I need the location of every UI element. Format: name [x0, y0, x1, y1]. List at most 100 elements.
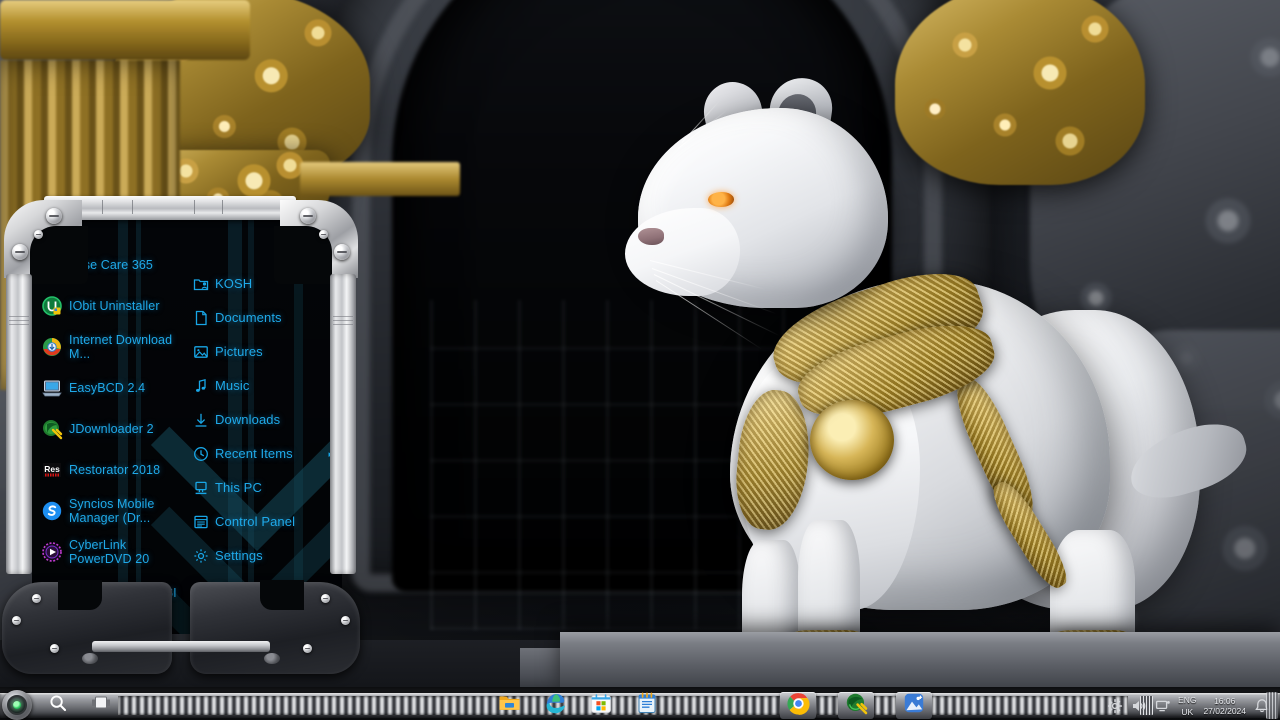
start-item-label: This PC: [215, 479, 262, 495]
clock-time: 16:06: [1214, 695, 1236, 706]
start-menu-frame-rail-right: [330, 274, 356, 574]
search-icon: [49, 694, 67, 717]
gold-pedestal-cap-right: [0, 0, 250, 60]
start-item-music[interactable]: Music: [186, 374, 342, 398]
notepad-icon: [637, 692, 657, 719]
desktop[interactable]: Wise Care 365 IObit Uninstaller Internet…: [0, 0, 1280, 720]
start-item-downloads[interactable]: Downloads: [186, 408, 342, 432]
document-icon: [193, 310, 209, 326]
start-item-label: EasyBCD 2.4: [69, 380, 146, 395]
photos-icon: [903, 692, 925, 719]
jdownloader-icon: [845, 692, 868, 720]
clock-date: 27/02/2024: [1203, 705, 1246, 716]
taskbar-jdownloader-button[interactable]: [838, 692, 874, 719]
folder-icon: [498, 693, 521, 718]
start-item-cyberlink-powerdvd-20[interactable]: CyberLink PowerDVD 20: [38, 533, 182, 571]
powerdvd-icon: [41, 541, 63, 563]
language-line-2: UK: [1181, 706, 1194, 717]
clock-icon: [193, 446, 209, 462]
gear-icon: [193, 548, 209, 564]
start-item-control-panel[interactable]: Control Panel: [186, 510, 342, 534]
start-item-label: Pictures: [215, 343, 263, 359]
start-menu-frame-bracket-left: [2, 580, 172, 674]
start-item-label: Music: [215, 377, 250, 393]
computer-icon: [193, 480, 209, 496]
frame-bolt: [46, 208, 62, 224]
start-item-easybcd[interactable]: EasyBCD 2.4: [38, 369, 182, 407]
start-item-label: Restorator 2018: [69, 462, 161, 477]
taskbar-edge-button[interactable]: [542, 693, 568, 718]
start-menu-frame-corner-topleft: [4, 200, 88, 284]
start-item-documents[interactable]: Documents: [186, 306, 342, 330]
start-item-syncios-mobile-manager[interactable]: Syncios Mobile Manager (Dr...: [38, 492, 182, 530]
taskbar-photos-button[interactable]: [896, 692, 932, 719]
language-line-1: ENG: [1178, 694, 1197, 705]
music-note-icon: [193, 378, 209, 394]
control-panel-icon: [193, 514, 209, 530]
white-tiger-figure: [620, 73, 1255, 720]
gold-ledge: [300, 162, 460, 196]
taskbar-google-chrome-button[interactable]: [780, 692, 816, 719]
system-tray[interactable]: ENG UK 16:06 27/02/2024: [1100, 693, 1276, 718]
frame-bolt: [34, 230, 43, 239]
start-item-this-pc[interactable]: This PC: [186, 476, 342, 500]
taskbar-file-explorer-button[interactable]: [496, 693, 522, 718]
chrome-icon: [786, 692, 810, 720]
taskbar-notepad-button[interactable]: [634, 692, 660, 719]
start-item-label: Settings: [215, 547, 263, 563]
tiger-nose: [638, 228, 664, 245]
start-item-internet-download-manager[interactable]: Internet Download M...: [38, 328, 182, 366]
start-item-label: IObit Uninstaller: [69, 298, 160, 313]
start-item-label: Syncios Mobile Manager (Dr...: [69, 496, 155, 526]
start-item-label: Recent Items: [215, 445, 293, 461]
easybcd-icon: [41, 377, 63, 399]
speaker-icon[interactable]: [1130, 697, 1147, 714]
start-menu-frame-rail-left: [6, 274, 32, 574]
start-item-label: Documents: [215, 309, 282, 325]
start-item-restorator-2018[interactable]: Res Restorator 2018: [38, 451, 182, 489]
taskbar[interactable]: ENG UK 16:06 27/02/2024: [0, 687, 1280, 720]
download-arrow-icon: [193, 412, 209, 428]
syncios-icon: [41, 500, 63, 522]
start-item-label: JDownloader 2: [69, 421, 154, 436]
iobit-icon: [41, 295, 63, 317]
frame-bolt: [12, 244, 28, 260]
start-item-iobit-uninstaller[interactable]: IObit Uninstaller: [38, 287, 182, 325]
start-orb[interactable]: [2, 690, 32, 720]
start-menu-frame-bottom-bar: [92, 641, 270, 652]
start-item-label: KOSH: [215, 275, 253, 291]
idm-icon: [41, 336, 63, 358]
start-item-label: CyberLink PowerDVD 20: [69, 537, 150, 567]
language-indicator[interactable]: ENG UK: [1178, 695, 1196, 717]
task-view-button[interactable]: [84, 694, 118, 717]
clock[interactable]: 16:06 27/02/2024: [1203, 696, 1246, 716]
restorator-icon: Res: [41, 459, 63, 481]
network-icon[interactable]: [1154, 697, 1171, 714]
settings-tray-icon[interactable]: [1106, 697, 1123, 714]
taskbar-microsoft-store-button[interactable]: [588, 693, 614, 718]
taskbar-ribbed-texture: [118, 696, 1128, 715]
start-orb-core: [13, 701, 21, 709]
tiger-eye: [708, 192, 734, 207]
user-folder-icon: [193, 276, 209, 292]
frame-bolt: [334, 244, 350, 260]
taskbar-grip-right[interactable]: [1266, 692, 1278, 719]
picture-icon: [193, 344, 209, 360]
edge-icon: [544, 692, 567, 720]
start-item-recent-items[interactable]: Recent Items ▸: [186, 442, 342, 466]
start-menu-frame-bracket-right: [190, 580, 360, 674]
store-icon: [590, 692, 612, 719]
start-item-pictures[interactable]: Pictures: [186, 340, 342, 364]
start-menu-frame-corner-topright: [274, 200, 358, 284]
start-item-settings[interactable]: Settings: [186, 544, 342, 568]
task-view-icon: [91, 695, 111, 716]
start-item-label: Internet Download M...: [69, 332, 173, 362]
svg-text:Res: Res: [44, 464, 60, 474]
search-button[interactable]: [40, 694, 76, 717]
start-menu[interactable]: Wise Care 365 IObit Uninstaller Internet…: [0, 196, 362, 674]
tiger-gold-medallion: [810, 400, 894, 480]
start-item-jdownloader-2[interactable]: JDownloader 2: [38, 410, 182, 448]
jdownloader-icon: [41, 418, 63, 440]
stone-plinth: [560, 632, 1280, 692]
frame-bolt: [319, 230, 328, 239]
